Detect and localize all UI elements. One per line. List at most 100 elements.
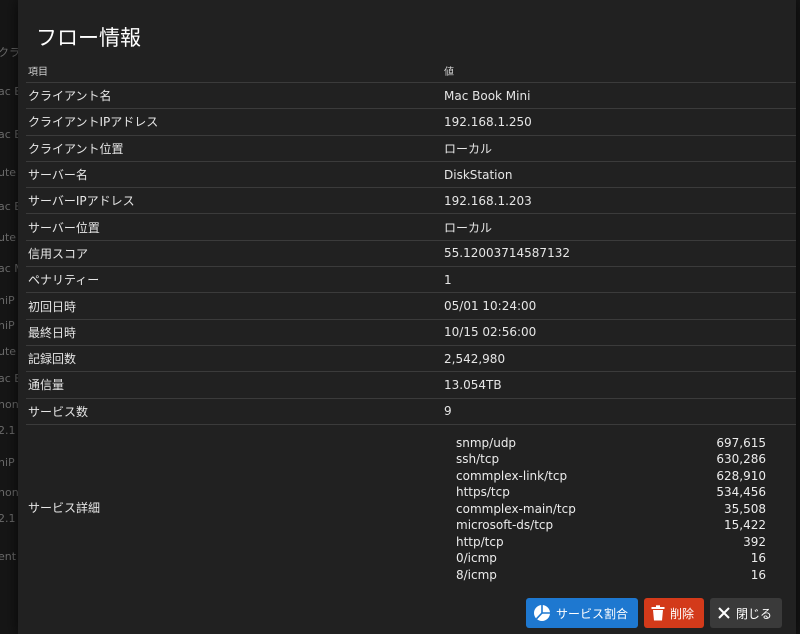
table-row: 通信量 13.054TB [26,371,796,399]
table-row: サーバー名 DiskStation [26,161,796,189]
pie-chart-icon [533,604,551,622]
service-item: commplex-main/tcp 35,508 [456,501,766,518]
table-row: 記録回数 2,542,980 [26,345,796,373]
dialog-title: フロー情報 [36,26,141,50]
table-row: 最終日時 10/15 02:56:00 [26,319,796,346]
service-name: commplex-link/tcp [456,468,568,483]
row-label: 初回日時 [26,292,442,320]
service-item: 8/icmp 16 [456,567,766,584]
table-row: クライアント位置 ローカル [26,135,796,162]
dialog-actions: サービス割合 削除 閉じる [525,598,782,628]
background-fragment: ute [0,345,17,358]
background-list-edge: クライ ac B ac B ute ac B ute ac M niP niP … [0,0,20,634]
service-name: 0/icmp [456,551,497,566]
service-count: 392 [743,534,766,549]
table-row: クライアントIPアドレス 192.168.1.250 [26,108,796,136]
row-label: サービス詳細 [28,501,101,516]
service-name: microsoft-ds/tcp [456,518,554,533]
row-value: Mac Book Mini [442,82,796,110]
row-value: 192.168.1.203 [442,187,796,215]
table-row: 信用スコア 55.12003714587132 [26,240,796,268]
service-item: commplex-link/tcp 628,910 [456,468,766,485]
row-label: クライアント名 [26,82,442,110]
close-button[interactable]: 閉じる [709,598,782,628]
background-fragment: ac B [0,128,20,141]
background-fragment: hon [0,486,19,499]
row-value: DiskStation [442,161,796,189]
table-row: サーバーIPアドレス 192.168.1.203 [26,187,796,215]
service-name: ssh/tcp [456,452,500,467]
service-count: 16 [750,567,766,582]
column-header-value: 値 [442,58,796,83]
service-count: 630,286 [716,452,766,467]
trash-icon [651,605,665,621]
row-value: 13.054TB [442,371,796,399]
row-value: 10/15 02:56:00 [442,319,796,346]
service-name: commplex-main/tcp [456,501,576,516]
column-header-item: 項目 [26,58,442,83]
delete-label: 削除 [669,606,694,621]
service-count: 697,615 [716,435,766,450]
service-item: snmp/udp 697,615 [456,435,766,452]
background-fragment: niP [0,319,15,332]
service-item: ssh/tcp 630,286 [456,451,766,468]
background-fragment: ute [0,231,17,244]
service-item: https/tcp 534,456 [456,484,766,501]
row-label: クライアント位置 [26,135,442,162]
row-value: 55.12003714587132 [442,240,796,268]
background-fragment: niP [0,456,15,469]
service-name: https/tcp [456,485,510,500]
service-item: 0/icmp 16 [456,550,766,567]
service-count: 16 [750,551,766,566]
table-row: 初回日時 05/01 10:24:00 [26,292,796,320]
service-count: 35,508 [724,501,766,516]
table-row: クライアント名 Mac Book Mini [26,82,796,110]
row-label: サーバー名 [26,161,442,189]
service-list: snmp/udp 697,615 ssh/tcp 630,286 commplex-… [456,433,766,584]
service-share-button[interactable]: サービス割合 [525,598,638,628]
service-count: 15,422 [724,518,766,533]
table-header-row: 項目 値 [26,58,796,83]
background-fragment: 2.1 [0,424,16,437]
row-value: ローカル [442,213,796,241]
background-fragment: ac B [0,200,20,213]
service-name: http/tcp [456,534,504,549]
background-fragment: 2.1 [0,512,16,525]
background-fragment: ac B [0,85,20,98]
row-value: 05/01 10:24:00 [442,292,796,320]
service-count: 628,910 [716,468,766,483]
table-row: サービス数 9 [26,398,796,425]
background-fragment: ute [0,166,17,179]
background-fragment: ac B [0,372,20,385]
service-detail-cell: snmp/udp 697,615 ssh/tcp 630,286 commplex-… [442,424,796,591]
row-label: ペナリティー [26,266,442,294]
row-label: クライアントIPアドレス [26,108,442,136]
row-label: 最終日時 [26,319,442,346]
row-value: 9 [442,398,796,425]
row-value: 2,542,980 [442,345,796,373]
background-fragment: クライ [0,46,20,59]
row-value: 1 [442,266,796,294]
delete-button[interactable]: 削除 [643,598,704,628]
flow-info-dialog: フロー情報 項目 値 クライアント名 Mac Book Mini クライアントIP… [18,0,796,634]
close-icon [717,606,731,620]
service-name: snmp/udp [456,435,517,450]
table-row: ペナリティー 1 [26,266,796,294]
row-label: サービス数 [26,398,442,425]
service-count: 534,456 [716,485,766,500]
service-item: http/tcp 392 [456,534,766,551]
row-label: サーバー位置 [26,213,442,241]
row-label: 記録回数 [26,345,442,373]
table-row-service-detail: サービス詳細 snmp/udp 697,615 ssh/tcp 630,286 co… [26,424,796,591]
background-fragment: ac M [0,262,20,275]
service-name: 8/icmp [456,567,497,582]
background-fragment: hon [0,398,19,411]
row-label: 信用スコア [26,240,442,268]
row-label: サーバーIPアドレス [26,187,442,215]
service-item: microsoft-ds/tcp 15,422 [456,517,766,534]
service-share-label: サービス割合 [555,606,628,621]
background-fragment: ent [0,550,17,563]
row-label: 通信量 [26,371,442,399]
close-label: 閉じる [735,606,772,621]
row-value: 192.168.1.250 [442,108,796,136]
